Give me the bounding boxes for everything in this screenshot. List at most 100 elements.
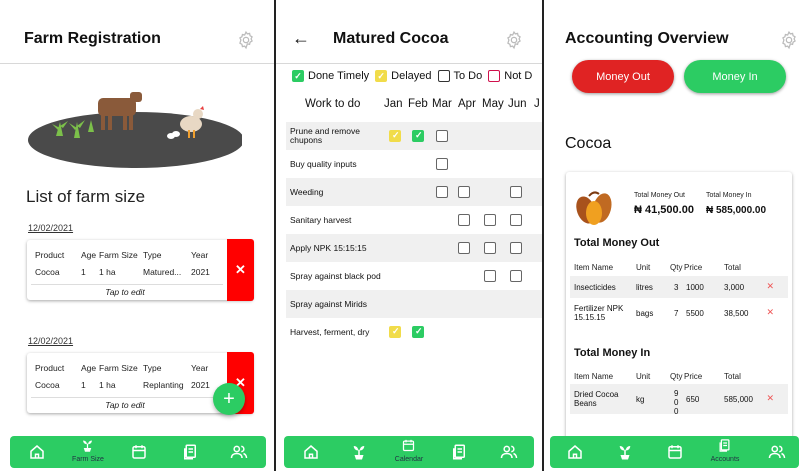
users-icon xyxy=(768,445,786,459)
farm-card[interactable]: Product Age Farm Size Type Year Cocoa 1 … xyxy=(27,239,254,301)
checkbox-icon xyxy=(488,70,501,82)
nav-active-label: Calendar xyxy=(394,456,424,463)
plant-icon xyxy=(83,440,92,452)
month-checkbox[interactable] xyxy=(458,214,470,226)
gear-icon[interactable] xyxy=(236,30,256,50)
month-checkbox[interactable] xyxy=(389,130,401,142)
cell-price: 5500 xyxy=(686,309,704,318)
col-unit: Unit xyxy=(636,372,651,381)
task-row: Spray against Mirids xyxy=(286,290,542,318)
month-checkbox[interactable] xyxy=(484,214,496,226)
legend-not-done: Not D xyxy=(488,70,532,82)
month-checkbox[interactable] xyxy=(484,270,496,282)
tap-to-edit[interactable]: Tap to edit xyxy=(27,287,223,297)
cell-total: 585,000 xyxy=(724,395,753,404)
calendar-icon xyxy=(402,439,415,452)
col-qty: Qty xyxy=(670,372,683,381)
task-row: Prune and remove chupons xyxy=(286,122,542,150)
money-in-button[interactable]: Money In xyxy=(684,60,786,93)
gear-icon[interactable] xyxy=(779,30,799,50)
nav-farm-size[interactable] xyxy=(344,436,374,468)
month-checkbox[interactable] xyxy=(510,270,522,282)
month-checkbox[interactable] xyxy=(436,130,448,142)
card-divider xyxy=(31,284,223,285)
cell-age: 1 xyxy=(81,380,86,390)
month-checkbox[interactable] xyxy=(458,186,470,198)
nav-calendar[interactable]: Calendar xyxy=(394,436,424,468)
cell-qty: 90 0 xyxy=(674,389,679,416)
delete-icon[interactable]: ✕ xyxy=(766,307,774,318)
cell-product: Cocoa xyxy=(35,380,60,390)
receipt-icon xyxy=(184,444,196,460)
nav-active-label: Farm Size xyxy=(72,456,104,463)
delete-icon[interactable]: ✕ xyxy=(766,393,774,404)
home-icon xyxy=(30,445,44,459)
nav-home[interactable] xyxy=(296,436,326,468)
col-age: Age xyxy=(81,250,97,260)
gear-icon[interactable] xyxy=(504,30,524,50)
delete-button[interactable]: ✕ xyxy=(227,239,254,301)
nav-calendar[interactable] xyxy=(124,436,154,468)
task-name: Spray against black pod xyxy=(290,270,381,281)
legend-label: Delayed xyxy=(391,70,432,82)
nav-calendar[interactable] xyxy=(660,436,690,468)
bottom-nav: Calendar xyxy=(284,436,534,468)
legend-done-timely: ✓ Done Timely xyxy=(292,70,369,82)
col-age: Age xyxy=(81,363,97,373)
month-checkbox[interactable] xyxy=(510,214,522,226)
nav-users[interactable] xyxy=(494,436,524,468)
task-name: Buy quality inputs xyxy=(290,158,357,169)
checkbox-icon xyxy=(437,70,450,82)
delete-icon[interactable]: ✕ xyxy=(766,281,774,292)
col-price: Price xyxy=(684,372,703,381)
month-checkbox[interactable] xyxy=(484,242,496,254)
month-checkbox[interactable] xyxy=(510,242,522,254)
cell-item: Fertilizer NPK 15.15.15 xyxy=(574,304,624,322)
cell-total: 38,500 xyxy=(724,309,749,318)
back-arrow-icon[interactable]: ← xyxy=(292,28,310,49)
bottom-nav: Farm Size xyxy=(10,436,266,468)
col-item-name: Item Name xyxy=(574,263,614,272)
col-price: Price xyxy=(684,263,703,272)
home-icon xyxy=(568,445,582,459)
users-icon xyxy=(230,445,248,459)
nav-accounts[interactable] xyxy=(444,436,474,468)
task-row: Harvest, ferment, dry xyxy=(286,318,542,346)
month-checkbox[interactable] xyxy=(412,130,424,142)
total-in-value: ₦ 585,000.00 xyxy=(706,205,767,216)
card-header-row: Product Age Farm Size Type Year xyxy=(35,363,215,373)
nav-home[interactable] xyxy=(560,436,590,468)
tap-to-edit[interactable]: Tap to edit xyxy=(27,400,223,410)
home-icon xyxy=(304,445,318,459)
nav-farm-size[interactable]: Farm Size xyxy=(72,436,104,468)
month-checkbox[interactable] xyxy=(412,326,424,338)
legend-label: Not D xyxy=(504,70,533,82)
month-header: J xyxy=(534,98,540,110)
nav-home[interactable] xyxy=(22,436,52,468)
cell-farm-size: 1 ha xyxy=(99,267,116,277)
money-out-button[interactable]: Money Out xyxy=(572,60,674,93)
nav-users[interactable] xyxy=(224,436,254,468)
month-checkbox[interactable] xyxy=(436,158,448,170)
nav-accounts[interactable]: Accounts xyxy=(710,436,740,468)
cell-price: 650 xyxy=(686,395,700,404)
money-out-section-title: Total Money Out xyxy=(574,237,660,249)
cell-product: Cocoa xyxy=(35,267,60,277)
add-farm-button[interactable]: + xyxy=(213,383,245,415)
task-name: Sanitary harvest xyxy=(290,214,352,225)
cell-type: Matured... xyxy=(143,267,182,277)
task-row: Sanitary harvest xyxy=(286,206,542,234)
month-checkbox[interactable] xyxy=(436,186,448,198)
nav-farm-size[interactable] xyxy=(610,436,640,468)
nav-accounts[interactable] xyxy=(175,436,205,468)
month-checkbox[interactable] xyxy=(510,186,522,198)
app-header: Farm Registration xyxy=(0,0,274,64)
month-checkbox[interactable] xyxy=(458,242,470,254)
nav-users[interactable] xyxy=(762,436,792,468)
col-product: Product xyxy=(35,250,65,260)
cell-year: 2021 xyxy=(191,380,210,390)
calendar-icon xyxy=(132,445,146,459)
month-checkbox[interactable] xyxy=(389,326,401,338)
cell-price: 1000 xyxy=(686,283,704,292)
task-name: Spray against Mirids xyxy=(290,298,368,309)
